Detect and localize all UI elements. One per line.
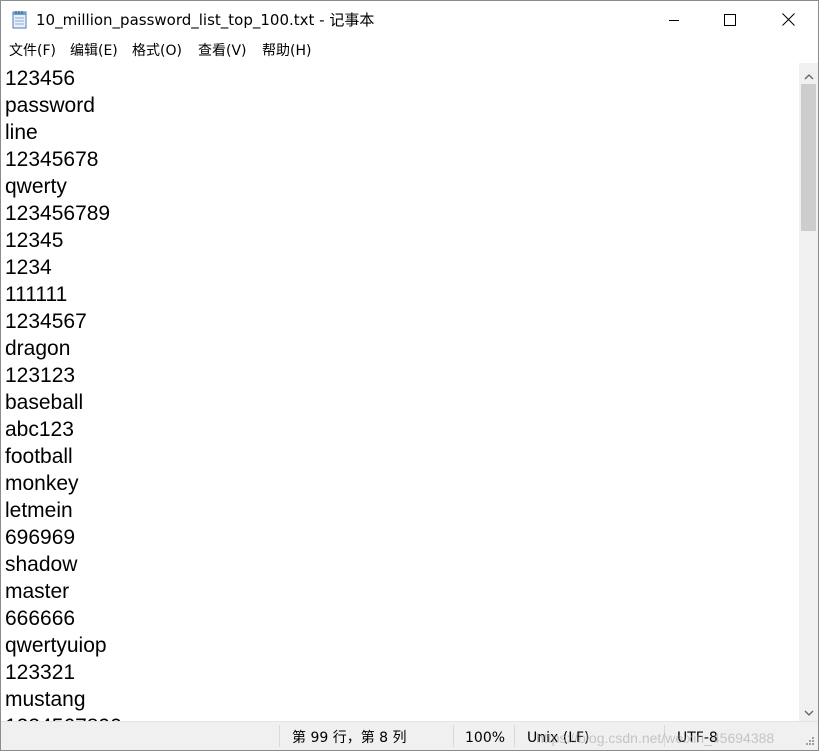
text-line: monkey xyxy=(5,472,79,495)
zoom-level: 100% xyxy=(465,730,506,746)
text-line: 1234567 xyxy=(5,310,87,333)
text-line: qwertyuiop xyxy=(5,634,107,657)
resize-grip-icon[interactable] xyxy=(801,733,815,747)
status-divider xyxy=(453,725,454,747)
notepad-icon xyxy=(12,10,28,29)
text-line: 111111 xyxy=(5,283,68,306)
text-line: 696969 xyxy=(5,526,76,549)
chevron-up-icon xyxy=(804,65,814,84)
maximize-icon xyxy=(724,11,736,30)
text-line: letmein xyxy=(5,499,73,522)
menu-view[interactable]: 查看(V) xyxy=(198,42,247,60)
menu-bar: 文件(F) 编辑(E) 格式(O) 查看(V) 帮助(H) xyxy=(1,39,818,63)
minimize-button[interactable] xyxy=(645,1,703,39)
window-title: 10_million_password_list_top_100.txt - 记… xyxy=(36,11,375,29)
status-divider xyxy=(514,725,515,747)
text-line: 123456 xyxy=(5,67,76,90)
text-line: 666666 xyxy=(5,607,76,630)
watermark: https://blog.csdn.net/weixin_45694388 xyxy=(536,730,775,746)
text-line: mustang xyxy=(5,688,86,711)
menu-edit[interactable]: 编辑(E) xyxy=(70,42,118,60)
text-line: 1234567890 xyxy=(5,713,122,721)
menu-file[interactable]: 文件(F) xyxy=(9,42,56,60)
title-bar[interactable]: 10_million_password_list_top_100.txt - 记… xyxy=(1,1,818,39)
text-line: line xyxy=(5,121,38,144)
scroll-up-button[interactable] xyxy=(799,65,818,83)
text-line: baseball xyxy=(5,391,84,414)
minimize-icon xyxy=(668,11,680,30)
chevron-down-icon xyxy=(804,701,814,720)
status-bar: 第 99 行，第 8 列 100% Unix (LF) UTF-8 https:… xyxy=(1,721,818,750)
menu-format[interactable]: 格式(O) xyxy=(132,42,182,60)
close-icon xyxy=(781,11,795,30)
text-line: abc123 xyxy=(5,418,74,441)
vertical-scrollbar[interactable] xyxy=(799,63,818,721)
text-line: 12345 xyxy=(5,229,64,252)
close-button[interactable] xyxy=(759,1,817,39)
notepad-window: 10_million_password_list_top_100.txt - 记… xyxy=(0,0,819,751)
text-editor[interactable]: 123456 password line 12345678 qwerty 123… xyxy=(1,63,799,721)
text-line: shadow xyxy=(5,553,78,576)
text-line: 123321 xyxy=(5,661,76,684)
text-line: football xyxy=(5,445,73,468)
text-line: password xyxy=(5,94,95,117)
text-line: 123456789 xyxy=(5,202,111,225)
text-line: 12345678 xyxy=(5,148,99,171)
maximize-button[interactable] xyxy=(701,1,759,39)
text-line: 123123 xyxy=(5,364,76,387)
scrollbar-thumb[interactable] xyxy=(801,84,816,231)
text-line: dragon xyxy=(5,337,71,360)
text-line: 1234 xyxy=(5,256,52,279)
text-line: master xyxy=(5,580,70,603)
scroll-down-button[interactable] xyxy=(799,701,818,719)
status-divider xyxy=(279,725,280,747)
cursor-position: 第 99 行，第 8 列 xyxy=(292,730,407,746)
text-line: qwerty xyxy=(5,175,67,198)
menu-help[interactable]: 帮助(H) xyxy=(262,42,311,60)
